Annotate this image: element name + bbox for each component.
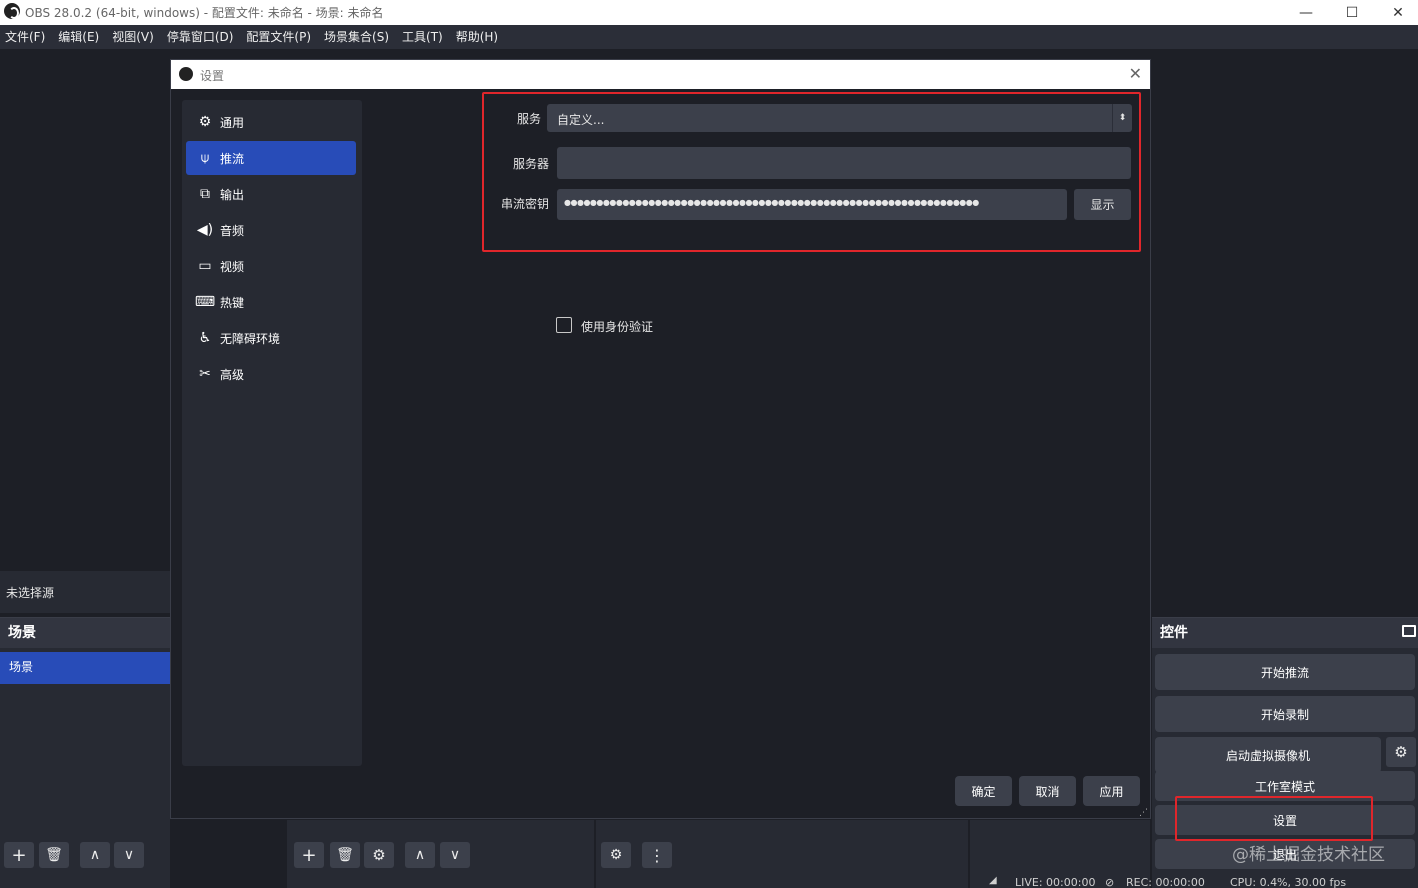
menu-view[interactable]: 视图(V) — [107, 25, 162, 49]
sidebar-item-stream[interactable]: ⍦ 推流 — [186, 141, 356, 175]
sidebar-item-audio[interactable]: ◀) 音频 — [186, 213, 356, 247]
remove-source-icon[interactable]: 🗑 — [330, 842, 360, 868]
source-down-icon[interactable]: ∨ — [440, 842, 470, 868]
menu-bar: 文件(F) 编辑(E) 视图(V) 停靠窗口(D) 配置文件(P) 场景集合(S… — [0, 25, 1418, 49]
menu-tools[interactable]: 工具(T) — [397, 25, 451, 49]
no-source-label: 未选择源 — [6, 586, 55, 600]
resize-grip-icon[interactable]: ⋰ — [1139, 808, 1148, 818]
speaker-icon: ◀) — [196, 222, 214, 238]
settings-dialog: 设置 ✕ ⚙ 通用 ⍦ 推流 ⧉ 输出 ◀) 音频 ▭ 视频 ⌨ 热键 ♿ 无障 — [170, 59, 1151, 819]
source-toolbar: 未选择源 — [0, 571, 170, 613]
sidebar-item-label: 无障碍环境 — [220, 331, 281, 346]
accessibility-icon: ♿ — [198, 330, 212, 346]
sidebar-item-label: 音频 — [220, 223, 245, 238]
sidebar-item-label: 高级 — [220, 367, 245, 382]
start-recording-button[interactable]: 开始录制 — [1155, 696, 1415, 732]
scene-list-item[interactable]: 场景 — [0, 652, 170, 684]
sidebar-item-general[interactable]: ⚙ 通用 — [186, 105, 356, 139]
rec-icon: ⊘ — [1105, 876, 1115, 888]
sidebar-item-label: 输出 — [220, 187, 245, 202]
monitor-icon: ▭ — [198, 258, 212, 274]
mixer-menu-icon[interactable]: ⋮ — [642, 842, 672, 868]
undock-icon[interactable] — [1402, 625, 1416, 637]
close-icon[interactable]: ✕ — [1129, 64, 1142, 83]
menu-docks[interactable]: 停靠窗口(D) — [162, 25, 242, 49]
sidebar-item-label: 通用 — [220, 115, 245, 130]
sidebar-item-advanced[interactable]: ✂ 高级 — [186, 357, 356, 391]
sidebar-item-video[interactable]: ▭ 视频 — [186, 249, 356, 283]
broadcast-icon: ⍦ — [200, 150, 210, 166]
auth-checkbox[interactable] — [556, 317, 572, 333]
rec-time: REC: 00:00:00 — [1126, 876, 1205, 888]
sidebar-item-label: 热键 — [220, 295, 245, 310]
status-bar: ◢ LIVE: 00:00:00 ⊘ REC: 00:00:00 CPU: 0.… — [985, 872, 1418, 888]
obs-logo-icon — [4, 3, 20, 19]
menu-profile[interactable]: 配置文件(P) — [241, 25, 319, 49]
cancel-button[interactable]: 取消 — [1019, 776, 1076, 806]
stream-settings-highlight-box — [482, 92, 1141, 252]
virtual-camera-settings-icon[interactable]: ⚙ — [1386, 737, 1416, 767]
signal-icon: ◢ — [989, 875, 997, 886]
cpu-fps: CPU: 0.4%, 30.00 fps — [1230, 876, 1347, 888]
source-properties-icon[interactable]: ⚙ — [364, 842, 394, 868]
sidebar-item-output[interactable]: ⧉ 输出 — [186, 177, 356, 211]
obs-logo-icon — [179, 67, 193, 81]
window-titlebar: OBS 28.0.2 (64-bit, windows) - 配置文件: 未命名… — [0, 0, 1418, 25]
watermark: @稀土掘金技术社区 — [1232, 845, 1385, 865]
apply-button[interactable]: 应用 — [1083, 776, 1140, 806]
move-down-icon[interactable]: ∨ — [114, 842, 144, 868]
menu-file[interactable]: 文件(F) — [0, 25, 53, 49]
settings-sidebar: ⚙ 通用 ⍦ 推流 ⧉ 输出 ◀) 音频 ▭ 视频 ⌨ 热键 ♿ 无障碍环境 ✂ — [182, 100, 362, 766]
ok-button[interactable]: 确定 — [955, 776, 1012, 806]
sidebar-item-hotkeys[interactable]: ⌨ 热键 — [186, 285, 356, 319]
output-icon: ⧉ — [200, 186, 210, 202]
tools-icon: ✂ — [199, 366, 211, 382]
remove-scene-icon[interactable]: 🗑 — [39, 842, 69, 868]
menu-scene-collection[interactable]: 场景集合(S) — [319, 25, 397, 49]
dialog-title: 设置 — [200, 69, 225, 83]
sidebar-item-label: 视频 — [220, 259, 245, 274]
scenes-header: 场景 — [0, 617, 170, 648]
maximize-button[interactable]: ☐ — [1329, 0, 1375, 25]
start-virtual-camera-button[interactable]: 启动虚拟摄像机 — [1155, 737, 1381, 773]
dialog-titlebar: 设置 ✕ — [171, 60, 1150, 89]
window-title: OBS 28.0.2 (64-bit, windows) - 配置文件: 未命名… — [25, 6, 384, 20]
mixer-settings-icon[interactable]: ⚙ — [601, 842, 631, 868]
source-up-icon[interactable]: ∧ — [405, 842, 435, 868]
live-time: LIVE: 00:00:00 — [1015, 876, 1096, 888]
sidebar-item-label: 推流 — [220, 151, 245, 166]
start-streaming-button[interactable]: 开始推流 — [1155, 654, 1415, 690]
close-window-button[interactable]: ✕ — [1375, 0, 1418, 25]
add-source-icon[interactable]: + — [294, 842, 324, 868]
sources-dock-gap — [170, 820, 287, 888]
add-scene-icon[interactable]: + — [4, 842, 34, 868]
keyboard-icon: ⌨ — [194, 294, 216, 310]
settings-highlight-box — [1175, 796, 1373, 841]
minimize-button[interactable]: — — [1283, 0, 1329, 25]
sidebar-item-accessibility[interactable]: ♿ 无障碍环境 — [186, 321, 356, 355]
gear-icon: ⚙ — [198, 114, 212, 130]
move-up-icon[interactable]: ∧ — [80, 842, 110, 868]
menu-help[interactable]: 帮助(H) — [451, 25, 506, 49]
auth-checkbox-label: 使用身份验证 — [581, 320, 654, 334]
controls-header: 控件 — [1152, 617, 1418, 648]
menu-edit[interactable]: 编辑(E) — [53, 25, 107, 49]
